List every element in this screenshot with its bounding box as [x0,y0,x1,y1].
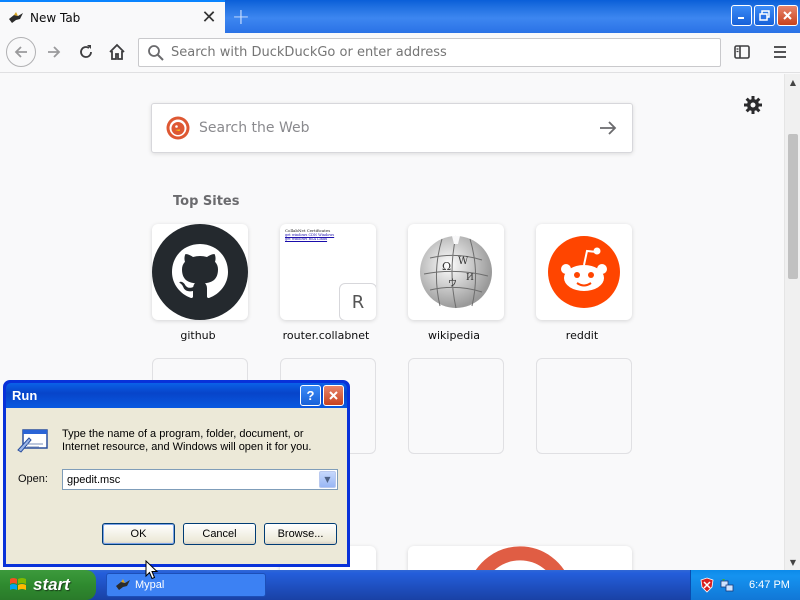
close-icon [329,391,338,400]
run-dialog-body: Type the name of a program, folder, docu… [6,408,347,564]
windows-logo-icon [10,578,26,590]
github-icon [152,224,248,320]
chevron-down-icon[interactable]: ▼ [319,471,336,488]
search-icon [148,44,164,61]
top-site-tile-router-collabnet[interactable]: CollabNet Certificates get windows CDN W… [280,224,376,320]
taskbar-item-mypal[interactable]: Mypal [106,573,266,597]
system-tray: 6:47 PM [690,570,800,600]
site-letter-icon: R [339,283,376,320]
start-button[interactable]: start [0,570,96,600]
navigation-toolbar [0,33,800,73]
sidebar-button[interactable] [728,38,756,66]
start-label: start [33,575,70,594]
reddit-icon [548,236,620,308]
run-dialog: Run ? Type the name of a program, folder… [3,380,350,567]
reload-icon [80,45,92,58]
mypal-icon [116,579,130,590]
forward-arrow-icon [48,46,61,58]
address-bar[interactable] [138,38,721,67]
open-label: Open: [18,473,48,485]
top-site-label: wikipedia [427,329,480,342]
help-button[interactable]: ? [300,385,321,406]
scroll-up-arrow-icon[interactable]: ▲ [785,74,800,90]
top-site-tile-github[interactable] [152,224,248,320]
hamburger-menu-icon [774,46,786,58]
mypal-favicon-icon [9,11,23,23]
vertical-scrollbar[interactable]: ▲ ▼ [784,74,800,570]
network-icon[interactable] [719,577,735,593]
sidebar-icon [734,45,750,59]
svg-text:И: И [466,273,474,283]
taskbar: start Mypal 6:47 PM [0,570,800,600]
ok-button[interactable]: OK [102,523,175,545]
open-input[interactable] [63,473,319,486]
open-combobox[interactable]: ▼ [62,469,338,490]
back-button[interactable] [6,37,36,67]
arrow-right-icon[interactable] [598,118,618,138]
search-placeholder: Search the Web [199,120,310,136]
top-site-tile-reddit[interactable] [536,224,632,320]
scroll-down-arrow-icon[interactable]: ▼ [785,554,800,570]
reload-button[interactable] [72,38,100,66]
scroll-thumb[interactable] [788,134,798,279]
cancel-button[interactable]: Cancel [183,523,256,545]
minimize-icon[interactable] [731,5,752,26]
svg-text:Ω: Ω [442,260,451,273]
back-arrow-icon [14,46,27,58]
tab-new-tab[interactable]: New Tab ✕ [0,0,225,33]
clock: 6:47 PM [749,579,790,591]
taskbar-item-label: Mypal [135,579,165,591]
highlight-card[interactable] [408,546,632,570]
forward-button[interactable] [40,38,68,66]
plus-icon[interactable]: + [229,5,253,30]
run-program-icon [17,429,48,453]
menu-button[interactable] [766,38,794,66]
preview-line: get windows RSA Linux [285,237,328,241]
tab-strip: New Tab ✕ + [0,0,800,33]
close-button[interactable] [323,385,344,406]
top-sites-heading: Top Sites [173,194,240,209]
security-shield-icon[interactable] [699,577,715,593]
top-site-label: reddit [565,329,599,342]
url-input[interactable] [171,45,691,60]
mouse-cursor-icon [145,560,159,580]
wikipedia-icon: Ω W И ウ [420,235,492,309]
home-button[interactable] [103,38,131,66]
duckduckgo-icon [166,116,190,140]
window-controls [731,5,798,26]
highlight-image [476,546,564,570]
top-site-tile-wikipedia[interactable]: Ω W И ウ [408,224,504,320]
top-site-placeholder [408,358,504,454]
home-icon [109,43,125,60]
run-titlebar[interactable]: Run ? [6,383,347,408]
close-icon[interactable]: ✕ [197,6,221,30]
top-site-label: github [180,329,216,342]
run-description: Type the name of a program, folder, docu… [62,428,312,453]
web-search-box[interactable]: Search the Web [151,103,633,153]
browse-button[interactable]: Browse... [264,523,337,545]
window-close-icon[interactable] [777,5,798,26]
top-site-label: router.collabnet [282,329,370,342]
tab-title: New Tab [30,10,81,25]
gear-icon[interactable] [742,94,764,116]
svg-text:W: W [458,256,469,267]
top-site-placeholder [536,358,632,454]
svg-text:ウ: ウ [448,278,457,289]
restore-icon[interactable] [754,5,775,26]
run-title: Run [12,388,38,403]
